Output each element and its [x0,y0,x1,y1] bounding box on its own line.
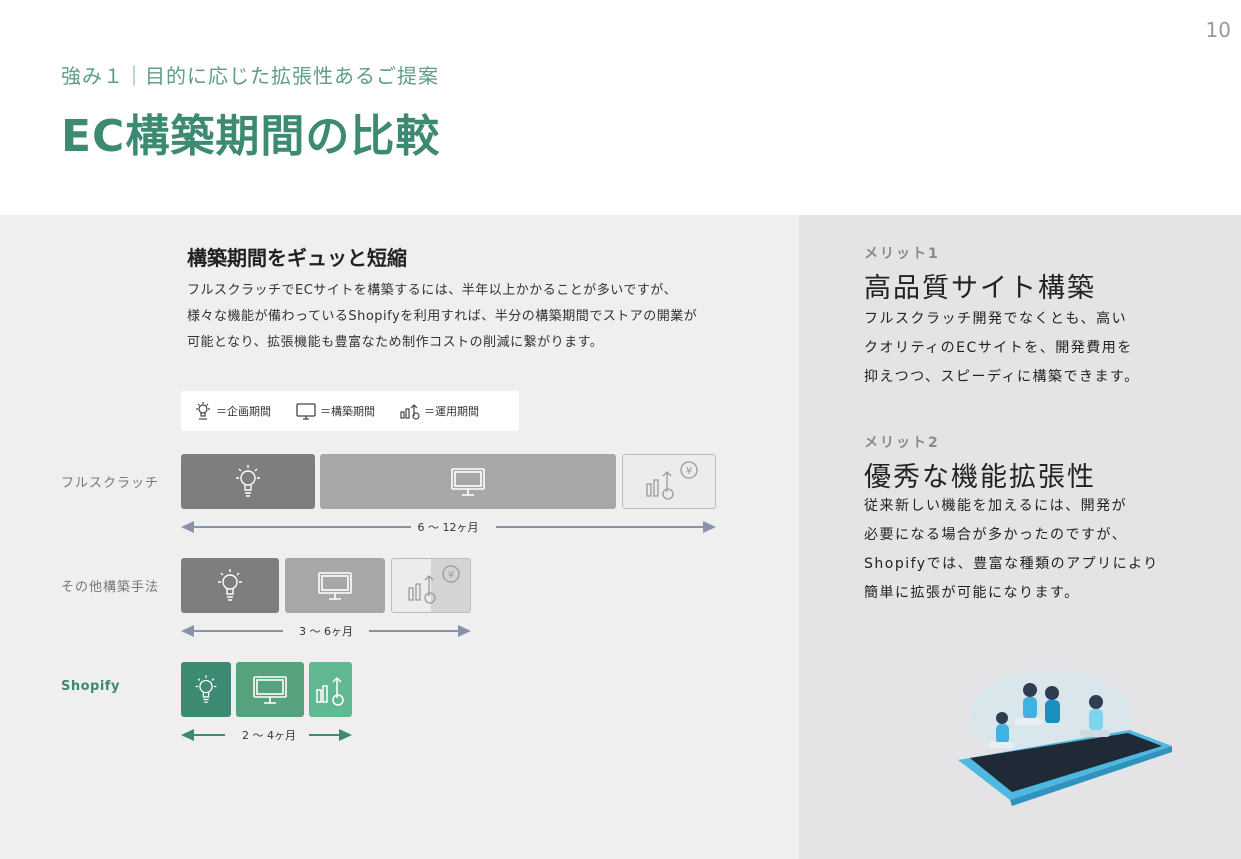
yen-icon: ¥ [686,466,692,477]
merit-2-title: 優秀な機能拡張性 [864,462,1096,493]
duration-arrow-full-scratch: 6 〜 12ヶ月 [181,519,716,535]
duration-arrow-shopify: 2 〜 4ヶ月 [181,727,352,743]
page-subtitle: 強み１｜目的に応じた拡張性あるご提案 [61,64,439,88]
lightbulb-icon [236,464,260,497]
build-block [236,662,304,717]
growth-chart-icon: ¥ [408,564,460,604]
growth-chart-icon [315,676,344,706]
section-body-line: 様々な機能が備わっているShopifyを利用すれば、半分の構築期間でストアの開業… [187,309,698,324]
plan-block [181,662,231,717]
yen-icon: ¥ [448,570,454,581]
monitor-icon [296,403,316,420]
merit-2-body-line: Shopifyでは、豊富な種類のアプリにより [864,556,1159,572]
page-title: EC構築期間の比較 [61,111,441,162]
row-label-other-methods: その他構築手法 [61,580,160,595]
merit-1-tag: メリット1 [864,246,940,262]
legend-item-plan: ＝企画期間 [193,401,271,421]
lightbulb-icon [218,568,242,601]
merit-2-body-line: 従来新しい機能を加えるには、開発が [864,498,1128,514]
ops-block: ¥ [622,454,716,509]
monitor-icon [253,675,287,704]
build-block [320,454,616,509]
plan-block [181,454,315,509]
section-body-line: 可能となり、拡張機能も豊富なため制作コストの削減に繋がります。 [187,335,604,350]
legend-label-plan: ＝企画期間 [216,405,271,418]
lightbulb-icon [195,674,217,703]
merit-1-body-line: クオリティのECサイトを、開発費用を [864,340,1133,356]
monitor-icon [318,571,352,600]
merit-2-body-line: 必要になる場合が多かったのですが、 [864,527,1128,543]
build-block [285,558,385,613]
duration-label: 2 〜 4ヶ月 [242,729,296,742]
duration-label: 3 〜 6ヶ月 [299,625,353,638]
duration-arrow-other-methods: 3 〜 6ヶ月 [181,623,471,639]
duration-label: 6 〜 12ヶ月 [417,521,479,534]
ops-block: ¥ [391,558,471,613]
legend: ＝企画期間 ＝構築期間 ＝運用期間 [181,391,519,431]
team-on-smartphone-illustration [958,670,1172,806]
lightbulb-icon [196,402,210,420]
merit-1-body-line: 抑えつつ、スピーディに構築できます。 [864,369,1140,385]
growth-chart-icon: ¥ [646,460,698,500]
merit-1-title: 高品質サイト構築 [864,273,1096,304]
section-body: フルスクラッチでECサイトを構築するには、半年以上かかることが多いですが、 様々… [187,278,757,356]
legend-item-ops: ＝運用期間 [399,401,479,421]
merit-1-body-line: フルスクラッチ開発でなくとも、高い [864,311,1128,327]
page-number: 10 [1205,18,1231,42]
legend-label-ops: ＝運用期間 [424,405,479,418]
section-heading: 構築期間をギュッと短縮 [187,246,407,270]
section-body-line: フルスクラッチでECサイトを構築するには、半年以上かかることが多いですが、 [187,283,678,298]
growth-chart-icon [400,404,420,420]
legend-item-build: ＝構築期間 [295,401,375,421]
ops-block [309,662,352,717]
merit-2-body: 従来新しい機能を加えるには、開発が 必要になる場合が多かったのですが、 Shop… [864,492,1194,608]
plan-block [181,558,279,613]
merit-1-body: フルスクラッチ開発でなくとも、高い クオリティのECサイトを、開発費用を 抑えつ… [864,305,1194,392]
merit-2-tag: メリット2 [864,435,940,451]
monitor-icon [451,467,485,496]
legend-label-build: ＝構築期間 [320,405,375,418]
merit-2-body-line: 簡単に拡張が可能になります。 [864,585,1080,601]
row-label-full-scratch: フルスクラッチ [61,476,160,491]
row-label-shopify: Shopify [61,679,120,694]
